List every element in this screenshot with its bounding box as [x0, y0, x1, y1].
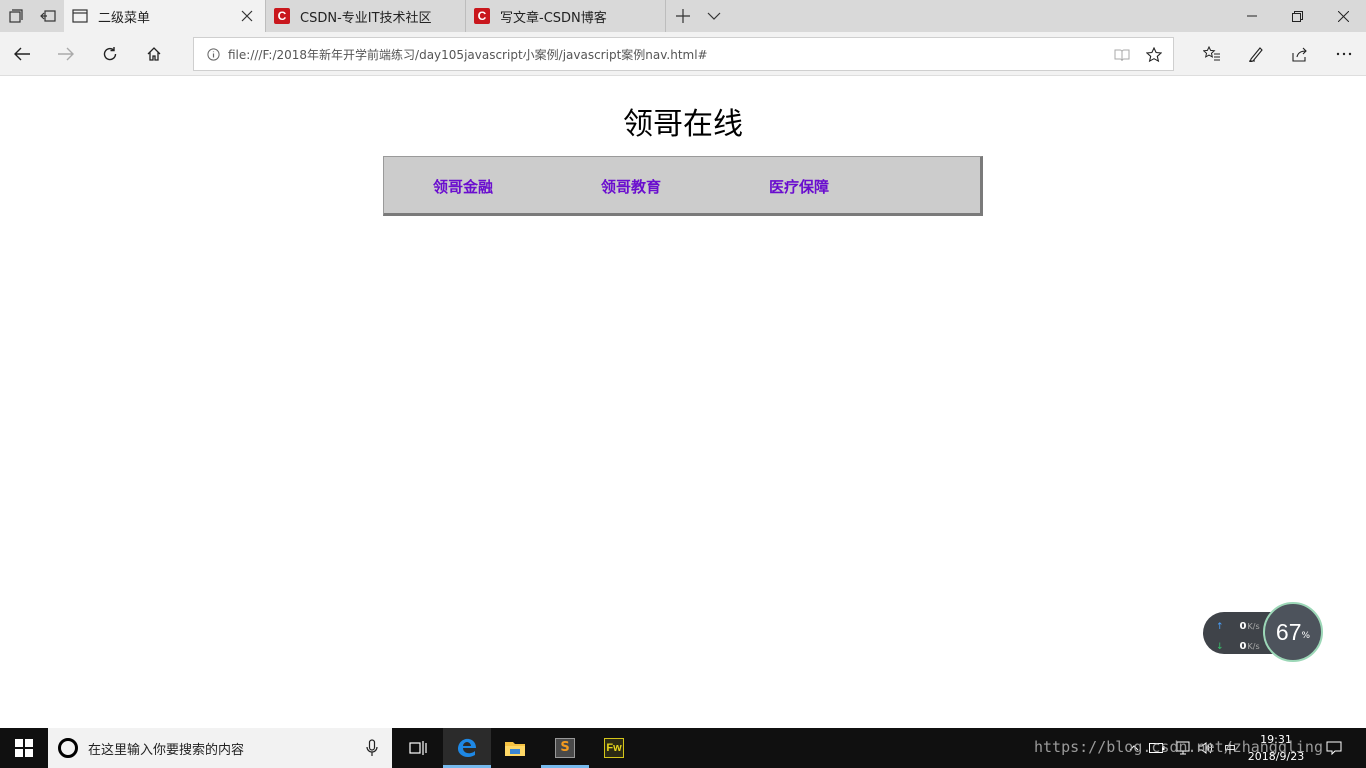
new-tab-icon[interactable] [668, 0, 698, 32]
address-bar[interactable]: file:///F:/2018年新年开学前端练习/day105javascrip… [193, 37, 1174, 71]
page-title: 领哥在线 [623, 107, 743, 142]
search-placeholder: 在这里输入你要搜索的内容 [88, 742, 245, 758]
pen-notes-icon[interactable] [1234, 32, 1278, 76]
tab-label: 写文章-CSDN博客 [500, 10, 607, 26]
browser-toolbar: file:///F:/2018年新年开学前端练习/day105javascrip… [0, 32, 1366, 76]
more-options-icon[interactable] [1322, 32, 1366, 76]
windows-start-icon[interactable] [0, 728, 48, 768]
forward-icon[interactable] [44, 32, 88, 76]
share-icon[interactable] [1278, 32, 1322, 76]
back-icon[interactable] [0, 32, 44, 76]
csdn-logo-icon: C [274, 8, 290, 24]
fireworks-icon[interactable]: Fw [590, 728, 638, 768]
upload-arrow-icon: ↑ [1216, 621, 1224, 632]
refresh-icon[interactable] [88, 32, 132, 76]
restore-icon[interactable] [1274, 0, 1320, 32]
page-icon [72, 8, 88, 24]
upload-speed: ↑ 0 K/s [1216, 621, 1260, 632]
csdn-logo-icon: C [474, 8, 490, 24]
network-speed-widget[interactable]: ↑ 0 K/s ↓ 0 K/s 67 % [1203, 602, 1323, 670]
favorite-star-icon[interactable] [1138, 38, 1170, 72]
edge-browser-icon[interactable] [443, 728, 491, 768]
menu-item-education[interactable]: 领哥教育 [601, 176, 661, 197]
microphone-icon[interactable] [366, 739, 378, 761]
reading-view-icon[interactable] [1106, 38, 1138, 72]
download-speed: ↓ 0 K/s [1216, 641, 1260, 652]
tab-csdn-blog-write[interactable]: C 写文章-CSDN博客 [466, 0, 666, 32]
sublime-text-icon[interactable]: S [541, 728, 589, 768]
page-content: 领哥在线 领哥金融 领哥教育 医疗保障 ↑ 0 K/s ↓ 0 K/s 67 % [0, 77, 1366, 728]
favorites-hub-icon[interactable] [1190, 32, 1234, 76]
tab-manager-icon[interactable] [0, 0, 32, 32]
usage-percent: 67 [1275, 618, 1302, 645]
memory-usage-gauge: 67 % [1263, 602, 1323, 662]
watermark: https://blog.csdn.net/zhangqling [1034, 738, 1323, 756]
percent-sign: % [1301, 631, 1311, 641]
cortana-icon[interactable] [58, 738, 78, 758]
menu-item-medical[interactable]: 医疗保障 [769, 176, 829, 197]
action-center-icon[interactable] [1322, 728, 1346, 768]
tab-csdn-community[interactable]: C CSDN-专业IT技术社区 [266, 0, 466, 32]
set-aside-tabs-icon[interactable] [32, 0, 64, 32]
tab-label: 二级菜单 [98, 10, 151, 26]
address-url[interactable]: file:///F:/2018年新年开学前端练习/day105javascrip… [228, 46, 708, 63]
nav-menu: 领哥金融 领哥教育 医疗保障 [383, 156, 983, 216]
close-window-icon[interactable] [1320, 0, 1366, 32]
file-explorer-icon[interactable] [491, 728, 539, 768]
info-icon[interactable] [194, 38, 220, 70]
taskbar-search-box[interactable]: 在这里输入你要搜索的内容 [48, 728, 392, 768]
tab-label: CSDN-专业IT技术社区 [300, 10, 432, 26]
download-arrow-icon: ↓ [1216, 641, 1224, 652]
home-icon[interactable] [132, 32, 176, 76]
tab-secondary-menu[interactable]: 二级菜单 [64, 0, 266, 32]
menu-item-finance[interactable]: 领哥金融 [433, 176, 493, 197]
task-view-icon[interactable] [394, 728, 442, 768]
minimize-icon[interactable] [1230, 0, 1274, 32]
chevron-down-icon[interactable] [700, 0, 728, 32]
close-tab-icon[interactable] [239, 8, 255, 24]
browser-tab-strip: 二级菜单 C CSDN-专业IT技术社区 C 写文章-CSDN博客 [0, 0, 1366, 32]
